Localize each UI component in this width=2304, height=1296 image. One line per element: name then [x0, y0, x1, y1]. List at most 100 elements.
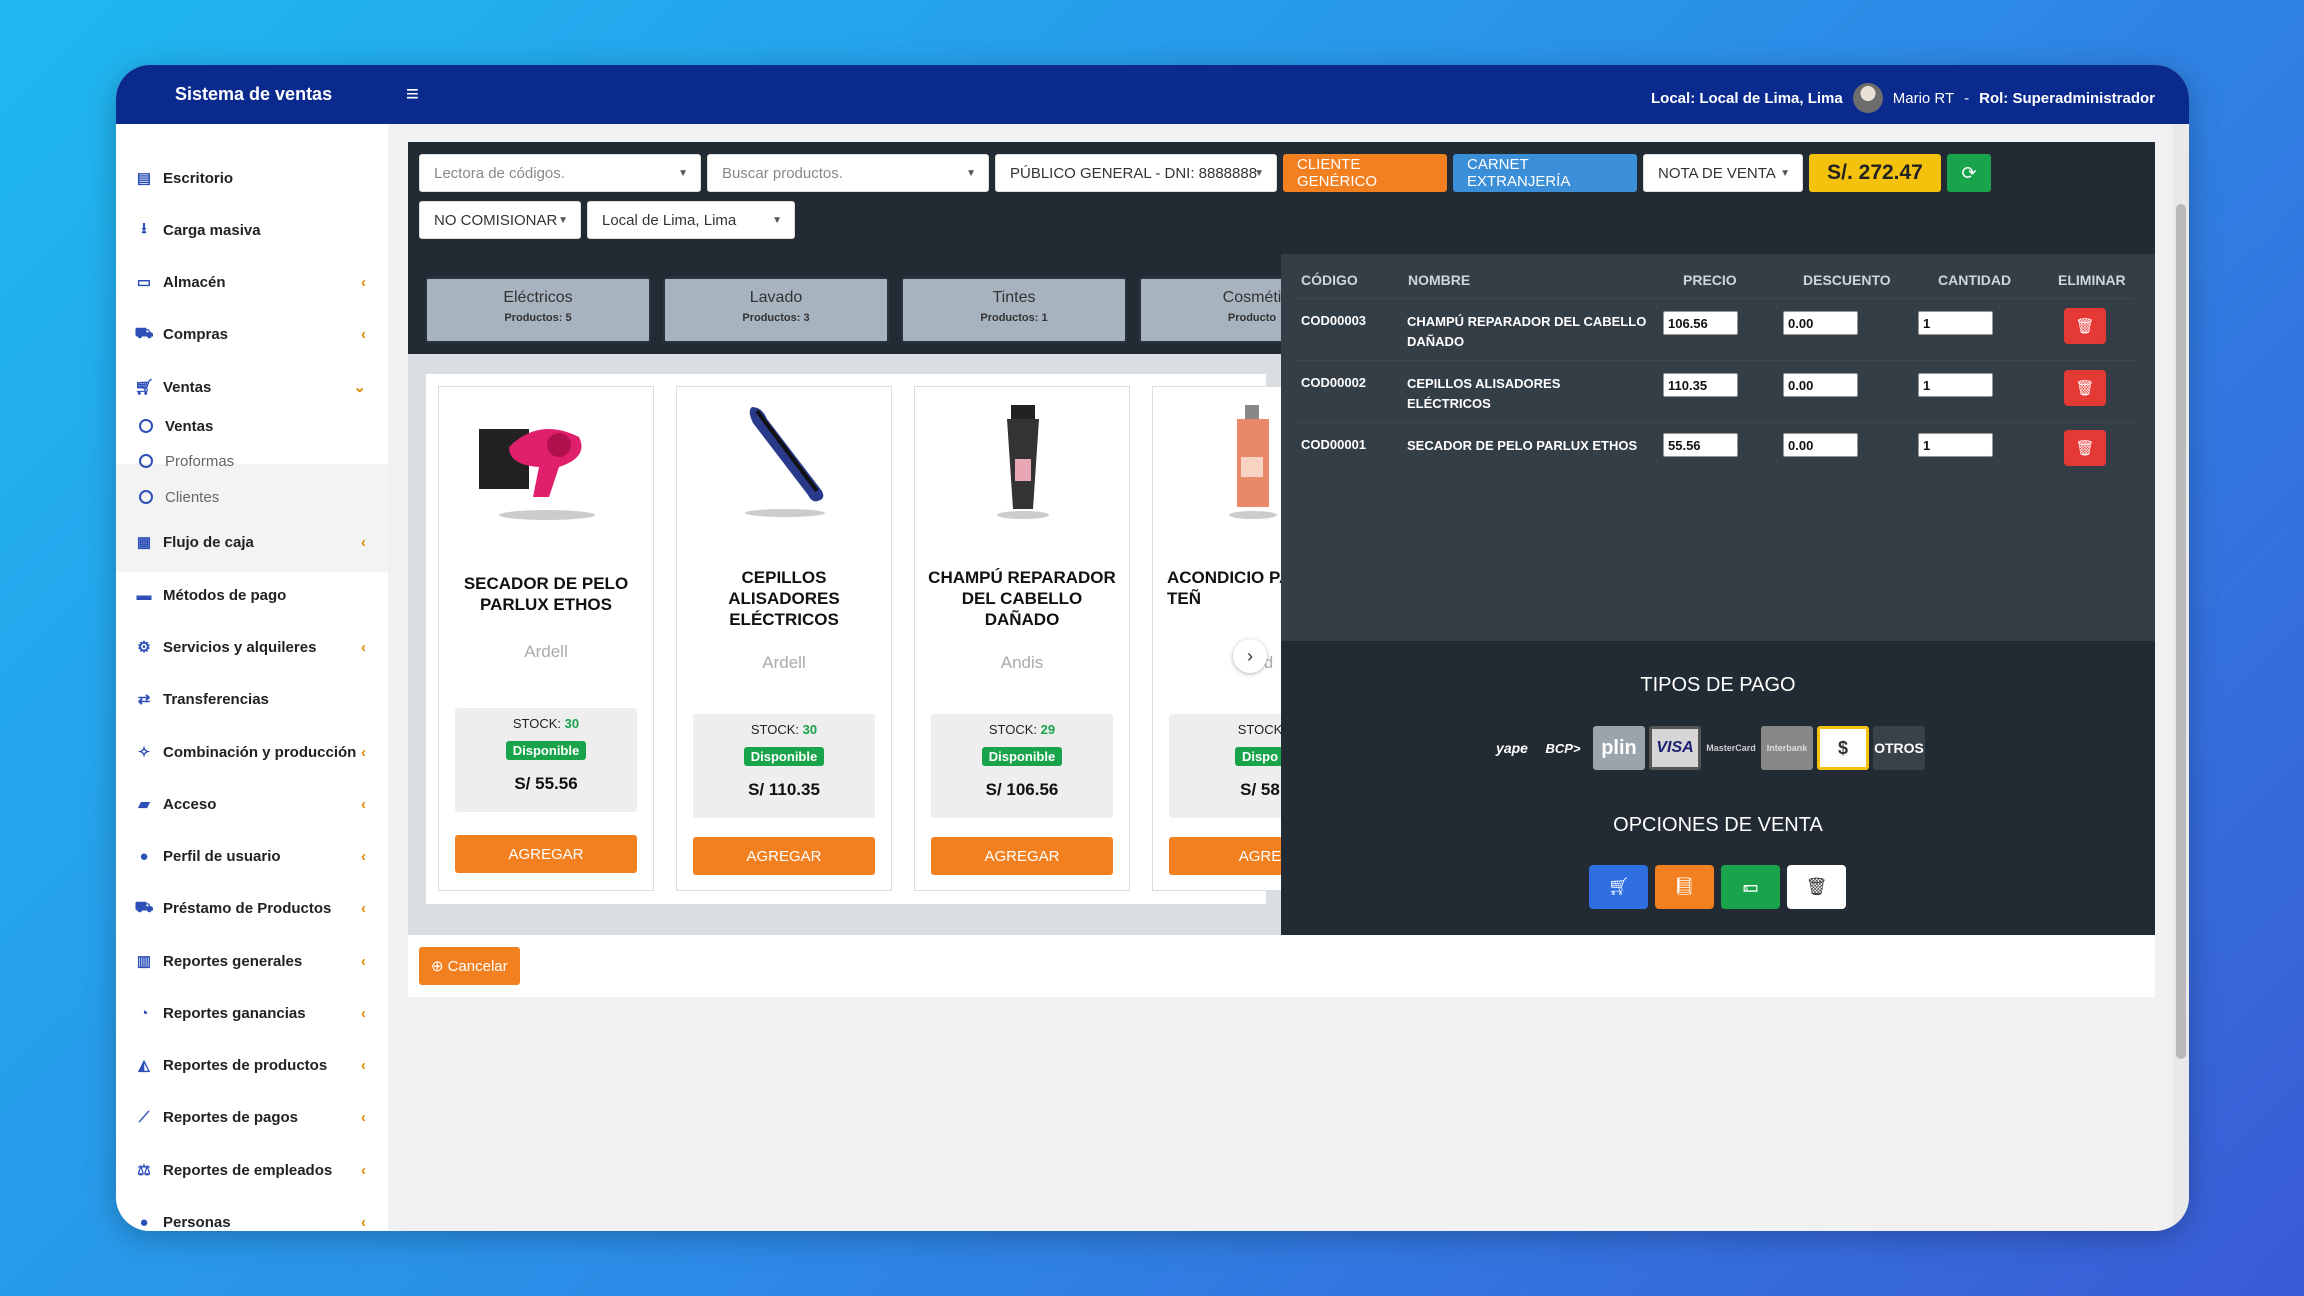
trash-icon[interactable]: 🗑︎	[2064, 430, 2106, 466]
plin-logo[interactable]: plin	[1593, 726, 1645, 770]
quantity-input[interactable]: 1	[1918, 373, 1993, 397]
product-brand: Andis	[1000, 653, 1044, 672]
sale-options: 🛒︎ 📘︎ 💵︎ 🗑︎	[1589, 865, 1846, 909]
hamburger-icon[interactable]: ≡	[406, 81, 419, 107]
add-product-button[interactable]: AGRE	[1169, 837, 1281, 875]
app-window: Sistema de ventas ≡ Local: Local de Lima…	[116, 65, 2189, 1231]
price-input[interactable]: 55.56	[1663, 433, 1738, 457]
status-badge: Disponible	[505, 741, 587, 760]
barcode-select[interactable]: Lectora de códigos. ▼	[419, 154, 701, 192]
document-type-select[interactable]: NOTA DE VENTA ▼	[1643, 154, 1803, 192]
trash-icon[interactable]: 🗑︎	[2064, 370, 2106, 406]
commission-select[interactable]: NO COMISIONAR ▼	[419, 201, 581, 239]
exchange-icon: ⇄	[137, 691, 151, 708]
sidebar-item-escritorio[interactable]: ▤ Escritorio	[116, 158, 388, 198]
hair-straightener-image	[677, 397, 891, 527]
caret-down-icon: ▼	[772, 214, 782, 226]
refresh-icon[interactable]: ⟳	[1947, 154, 1991, 192]
sidebar-item-prestamo[interactable]: ⛟ Préstamo de Productos ‹	[116, 888, 388, 928]
main-content: Lectora de códigos. ▼ Buscar productos. ▼ …	[388, 124, 2189, 1231]
sidebar-item-reportes-ganancias[interactable]: ◔ Reportes ganancias ‹	[116, 993, 388, 1033]
quantity-input[interactable]: 1	[1918, 433, 1993, 457]
stock-line: STOCK: 30	[693, 722, 875, 737]
local-select[interactable]: Local de Lima, Lima ▼	[587, 201, 795, 239]
status-badge: Dispo	[1234, 747, 1281, 766]
sidebar-item-label: Almacén	[163, 273, 226, 291]
sidebar-item-servicios[interactable]: ⚙ Servicios y alquileres ‹	[116, 627, 388, 667]
quantity-input[interactable]: 1	[1918, 311, 1993, 335]
interbank-logo[interactable]: Interbank	[1761, 726, 1813, 770]
sidebar-item-personas[interactable]: ● Personas ‹	[116, 1202, 388, 1231]
avatar[interactable]	[1852, 83, 1883, 113]
trash-icon[interactable]: 🗑︎	[2064, 308, 2106, 344]
sidebar-item-acceso[interactable]: ▰ Acceso ‹	[116, 784, 388, 824]
category-card[interactable]: Tintes Productos: 1	[901, 277, 1127, 343]
client-select[interactable]: PÚBLICO GENERAL - DNI: 8888888 ▼	[995, 154, 1277, 192]
money-icon[interactable]: 💵︎	[1721, 865, 1780, 909]
app-title: Sistema de ventas	[175, 84, 333, 104]
visa-logo[interactable]: VISA	[1649, 726, 1701, 770]
caret-down-icon: ▼	[558, 214, 568, 226]
sidebar-subitem-ventas[interactable]: Ventas	[116, 409, 388, 443]
gears-icon: ⚙	[137, 639, 151, 656]
others-logo[interactable]: OTROS	[1873, 726, 1925, 770]
product-name: CEPILLOS ALISADORES ELÉCTRICOS	[728, 568, 840, 629]
product-search-select[interactable]: Buscar productos. ▼	[707, 154, 989, 192]
sidebar-item-reportes-generales[interactable]: ▥ Reportes generales ‹	[116, 941, 388, 981]
sidebar-item-metodos-de-pago[interactable]: ▬ Métodos de pago	[116, 575, 388, 615]
add-product-button[interactable]: AGREGAR	[931, 837, 1113, 875]
stock-line: STOCK: 29	[931, 722, 1113, 737]
trash-icon[interactable]: 🗑︎	[1787, 865, 1846, 909]
sidebar-item-compras[interactable]: ⛟ Compras ‹	[116, 314, 388, 354]
sidebar-item-transferencias[interactable]: ⇄ Transferencias	[116, 679, 388, 719]
sidebar-subitem-proformas[interactable]: Proformas	[116, 444, 388, 478]
sidebar-item-combinacion[interactable]: ✧ Combinación y producción ‹	[116, 732, 388, 772]
sidebar-item-ventas[interactable]: 🛒︎ Ventas ⌄	[116, 367, 388, 407]
row-name: SECADOR DE PELO PARLUX ETHOS	[1407, 438, 1638, 453]
sidebar-item-almacen[interactable]: ▭ Almacén ‹	[116, 262, 388, 302]
scrollbar[interactable]	[2173, 124, 2189, 1231]
sidebar-item-label: Reportes ganancias	[163, 1004, 306, 1022]
bcp-logo[interactable]: BCP>	[1537, 726, 1589, 770]
row-code: COD00002	[1301, 375, 1367, 390]
sidebar-item-flujo-de-caja[interactable]: ▦ Flujo de caja ‹	[116, 522, 388, 562]
discount-input[interactable]: 0.00	[1783, 311, 1858, 335]
category-card[interactable]: Lavado Productos: 3	[663, 277, 889, 343]
commission-value: NO COMISIONAR	[434, 211, 558, 229]
caret-down-icon: ▼	[966, 167, 976, 179]
caret-down-icon: ▼	[678, 167, 688, 179]
category-card[interactable]: Cosméti Producto	[1139, 277, 1281, 343]
stock-box: STOCK: 29 Disponible S/ 106.56	[931, 714, 1113, 818]
cash-icon[interactable]: $	[1817, 726, 1869, 770]
sidebar-item-reportes-empleados[interactable]: ⚖ Reportes de empleados ‹	[116, 1150, 388, 1190]
top-navbar: Sistema de ventas ≡ Local: Local de Lima…	[116, 65, 2189, 124]
mastercard-logo[interactable]: MasterCard	[1705, 726, 1757, 770]
scrollbar-thumb[interactable]	[2176, 204, 2186, 1059]
chevron-left-icon: ‹	[361, 533, 366, 551]
discount-input[interactable]: 0.00	[1783, 373, 1858, 397]
chevron-right-icon[interactable]: ›	[1233, 639, 1267, 673]
sidebar-item-perfil[interactable]: ● Perfil de usuario ‹	[116, 836, 388, 876]
discount-input[interactable]: 0.00	[1783, 433, 1858, 457]
product-brand: Ardell	[524, 642, 568, 661]
generic-client-button[interactable]: CLIENTE GENÉRICO	[1283, 154, 1447, 192]
sidebar-subitem-label: Ventas	[165, 417, 214, 435]
cancel-button[interactable]: ⊕ Cancelar	[419, 947, 520, 985]
sidebar-item-carga-masiva[interactable]: ⭳ Carga masiva	[116, 210, 388, 250]
add-product-button[interactable]: AGREGAR	[455, 835, 637, 873]
sidebar-subitem-clientes[interactable]: Clientes	[116, 480, 388, 514]
chevron-left-icon: ‹	[361, 1213, 366, 1231]
foreign-card-button[interactable]: CARNET EXTRANJERÍA	[1453, 154, 1637, 192]
price-input[interactable]: 106.56	[1663, 311, 1738, 335]
product-price: S/ 55.56	[514, 774, 578, 793]
add-product-button[interactable]: AGREGAR	[693, 837, 875, 875]
chevron-left-icon: ‹	[361, 1056, 366, 1074]
yape-logo[interactable]: yape	[1491, 726, 1533, 770]
sidebar-item-reportes-pagos[interactable]: ⟋ Reportes de pagos ‹	[116, 1097, 388, 1137]
sidebar-item-reportes-productos[interactable]: ◭ Reportes de productos ‹	[116, 1045, 388, 1085]
cart-icon[interactable]: 🛒︎	[1589, 865, 1648, 909]
price-input[interactable]: 110.35	[1663, 373, 1738, 397]
column-header: CANTIDAD	[1938, 272, 2012, 288]
category-card[interactable]: Eléctricos Productos: 5	[425, 277, 651, 343]
book-icon[interactable]: 📘︎	[1655, 865, 1714, 909]
